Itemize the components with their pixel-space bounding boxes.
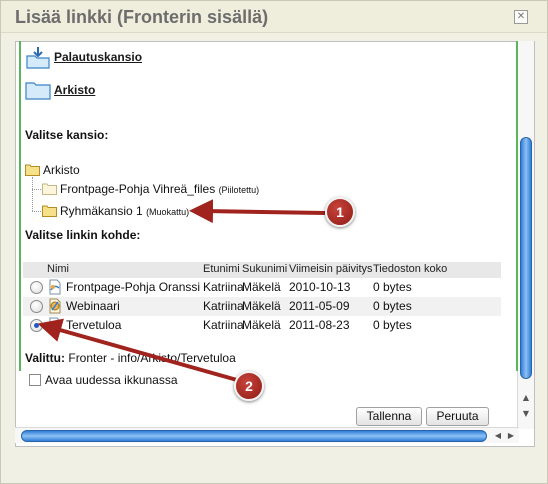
callout-1: 1 xyxy=(325,197,355,227)
arrow-1 xyxy=(189,199,326,224)
annotation-arrows xyxy=(37,199,326,382)
callout-2: 2 xyxy=(234,371,264,401)
add-link-dialog: Lisää linkki (Fronterin sisällä) ✕ Palau… xyxy=(0,0,548,484)
arrow-2 xyxy=(37,318,238,382)
